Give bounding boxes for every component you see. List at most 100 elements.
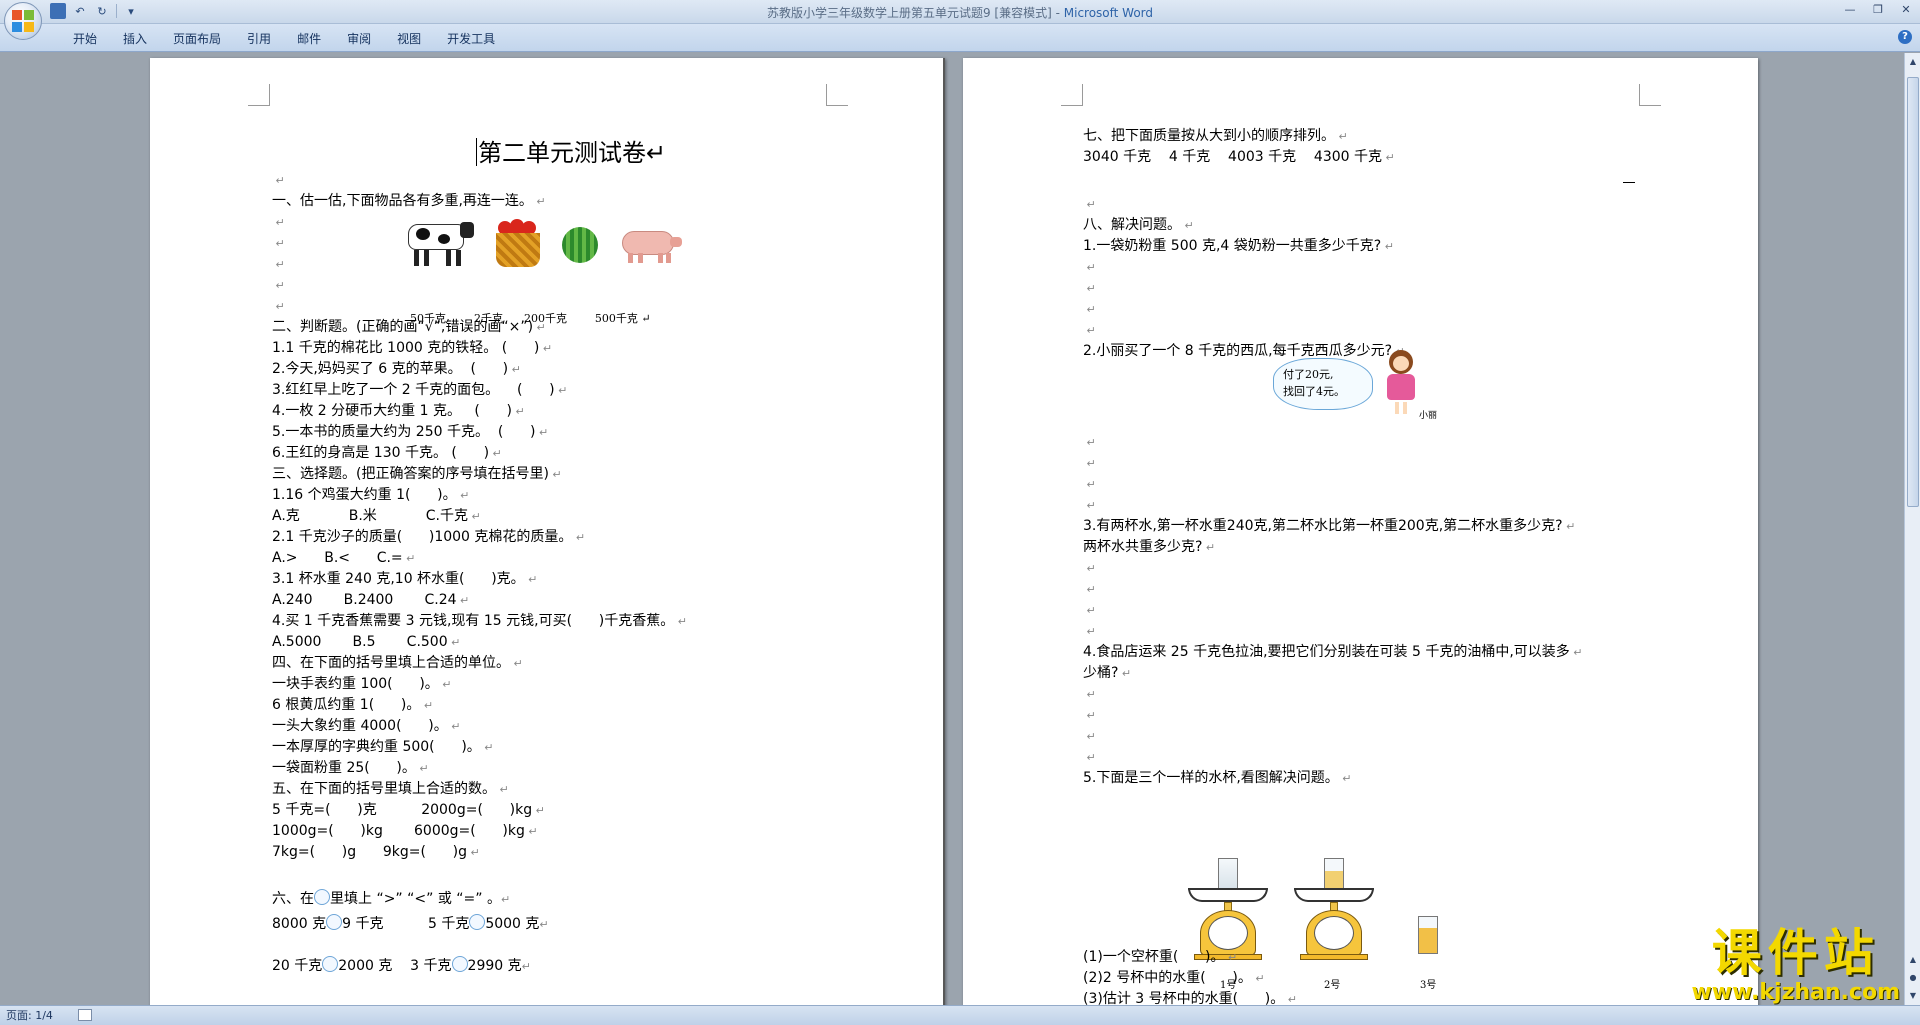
text-line: 1.16 个鸡蛋大约重 1( )。 ↵ bbox=[272, 487, 470, 503]
paragraph-mark-icon: ↵ bbox=[1083, 604, 1096, 617]
text-line: ↵ bbox=[1083, 600, 1583, 621]
paragraph-mark-icon: ↵ bbox=[272, 174, 285, 187]
tab-references[interactable]: 引用 bbox=[234, 30, 284, 48]
text-line: ↵ bbox=[1083, 278, 1405, 299]
tab-page-layout[interactable]: 页面布局 bbox=[160, 30, 234, 48]
text-line: ↵ bbox=[272, 275, 687, 296]
text-line: 5.一本书的质量大约为 250 千克。 ( ) ↵ bbox=[272, 424, 549, 440]
girl-icon bbox=[1383, 350, 1419, 414]
office-button[interactable] bbox=[4, 2, 42, 40]
weight-options: 50千克 2千克 200千克 500千克 ↵ bbox=[410, 312, 651, 325]
paragraph-mark-icon: ↵ bbox=[415, 762, 429, 775]
tab-insert[interactable]: 插入 bbox=[110, 30, 160, 48]
tab-home[interactable]: 开始 bbox=[60, 30, 110, 48]
compare-circle[interactable] bbox=[469, 914, 486, 930]
paragraph-mark-icon: ↵ bbox=[272, 300, 285, 313]
crop-mark bbox=[826, 84, 848, 106]
scale-1-icon bbox=[1188, 858, 1268, 960]
text-line: 一头大象约重 4000( )。 ↵ bbox=[272, 718, 461, 734]
left-page-text: ↵ 一、估一估,下面物品各有多重,再连一连。 ↵ ↵ ↵ ↵ ↵ ↵ 二、判断题。(… bbox=[272, 170, 687, 863]
browse-object-icon[interactable]: ● bbox=[1906, 971, 1920, 985]
paragraph-mark-icon: ↵ bbox=[1083, 562, 1096, 575]
text-line: 一、估一估,下面物品各有多重,再连一连。 ↵ bbox=[272, 193, 546, 209]
paragraph-mark-icon: ↵ bbox=[496, 783, 509, 796]
compare-circle[interactable] bbox=[451, 956, 468, 972]
paragraph-mark-icon: ↵ bbox=[524, 573, 538, 586]
text-line: 2.1 千克沙子的质量( )1000 克棉花的质量。 ↵ bbox=[272, 529, 586, 545]
text-line: 少桶? ↵ bbox=[1083, 665, 1132, 681]
text-line: (1)一个空杯重( )。 ↵ bbox=[1083, 949, 1238, 965]
text-line: ↵ bbox=[1083, 495, 1583, 516]
text-line: ↵ bbox=[1083, 299, 1405, 320]
paragraph-mark-icon: ↵ bbox=[1202, 541, 1216, 554]
crop-mark bbox=[1061, 84, 1083, 106]
compare-circle[interactable] bbox=[326, 914, 343, 930]
text-line: 4.一枚 2 分硬币大约重 1 克。 ( ) ↵ bbox=[272, 403, 525, 419]
page-count[interactable]: 页面: 1/4 bbox=[6, 1006, 53, 1025]
document-workspace[interactable]: 第二单元测试卷↵ ↵ 一、估一估,下面物品各有多重,再连一连。 ↵ ↵ ↵ ↵ ↵… bbox=[0, 53, 1904, 1005]
text-line: 两杯水共重多少克? ↵ bbox=[1083, 539, 1216, 555]
compare-row-2: 20 千克 2000 克 3 千克 2990 克↵ bbox=[272, 956, 531, 974]
tab-developer[interactable]: 开发工具 bbox=[434, 30, 508, 48]
text-cursor-mark bbox=[1623, 182, 1635, 183]
compare-circle[interactable] bbox=[322, 956, 339, 972]
girl-name: 小丽 bbox=[1419, 411, 1438, 421]
paragraph-mark-icon: ↵ bbox=[1083, 583, 1096, 596]
text-line: 1.1 千克的棉花比 1000 克的铁轻。 ( ) ↵ bbox=[272, 340, 553, 356]
scroll-up-icon[interactable]: ▲ bbox=[1906, 55, 1920, 69]
proofing-icon[interactable] bbox=[78, 1009, 92, 1021]
text-line: ↵ bbox=[1083, 320, 1405, 341]
compare-row-1: 8000 克9 千克 5 千克 5000 克↵ bbox=[272, 914, 549, 932]
paragraph-mark-icon: ↵ bbox=[1083, 436, 1096, 449]
close-icon[interactable]: ✕ bbox=[1892, 0, 1920, 20]
paragraph-mark-icon: ↵ bbox=[467, 510, 481, 523]
restore-icon[interactable]: ❐ bbox=[1864, 0, 1892, 20]
paragraph-mark-icon: ↵ bbox=[1083, 730, 1096, 743]
text-line: ↵ bbox=[1083, 194, 1405, 215]
paragraph-mark-icon: ↵ bbox=[1335, 130, 1348, 143]
window-title: 苏教版小学三年级数学上册第五单元试题9 [兼容模式] - Microsoft W… bbox=[0, 4, 1920, 21]
watermark-url: www.kjzhan.com bbox=[1691, 980, 1900, 1005]
paragraph-mark-icon: ↵ bbox=[489, 447, 502, 460]
paragraph-mark-icon: ↵ bbox=[1083, 198, 1096, 211]
text-line: ↵ bbox=[1083, 474, 1583, 495]
text-line: 3040 千克 4 千克 4003 千克 4300 千克 ↵ bbox=[1083, 149, 1395, 165]
text-line: 一袋面粉重 25( )。 ↵ bbox=[272, 760, 429, 776]
text-line: 4.食品店运来 25 千克色拉油,要把它们分别装在可装 5 千克的油桶中,可以装… bbox=[1083, 644, 1583, 660]
cow-icon bbox=[402, 218, 474, 266]
text-line: ↵ bbox=[1083, 621, 1583, 642]
tab-view[interactable]: 视图 bbox=[384, 30, 434, 48]
text-line: ↵ bbox=[1083, 257, 1405, 278]
previous-page-icon[interactable]: ▲ bbox=[1906, 953, 1920, 967]
vertical-scrollbar[interactable]: ▲ ▲ ● ▼ bbox=[1904, 53, 1920, 1005]
text-line: ↵ bbox=[1083, 747, 1583, 768]
scrollbar-thumb[interactable] bbox=[1907, 77, 1919, 507]
scale-2-icon bbox=[1294, 858, 1374, 960]
paragraph-mark-icon: ↵ bbox=[1083, 751, 1096, 764]
paragraph-mark-icon: ↵ bbox=[402, 552, 416, 565]
help-icon[interactable]: ? bbox=[1898, 30, 1912, 44]
document-title: 苏教版小学三年级数学上册第五单元试题9 [兼容模式] - bbox=[766, 6, 1064, 20]
tab-review[interactable]: 审阅 bbox=[334, 30, 384, 48]
text-line: 6.王红的身高是 130 千克。 ( ) ↵ bbox=[272, 445, 502, 461]
paragraph-mark-icon: ↵ bbox=[1083, 499, 1096, 512]
paragraph-mark-icon: ↵ bbox=[1562, 520, 1576, 533]
text-line: 一本厚厚的字典约重 500( )。 ↵ bbox=[272, 739, 494, 755]
text-line: 5.下面是三个一样的水杯,看图解决问题。 ↵ bbox=[1083, 770, 1352, 786]
document-page-2[interactable]: 七、把下面质量按从大到小的顺序排列。 ↵ 3040 千克 4 千克 4003 千克… bbox=[963, 58, 1758, 1005]
site-watermark: 课件站 www.kjzhan.com bbox=[1691, 925, 1900, 1005]
paragraph-mark-icon: ↵ bbox=[1083, 478, 1096, 491]
document-page-1[interactable]: 第二单元测试卷↵ ↵ 一、估一估,下面物品各有多重,再连一连。 ↵ ↵ ↵ ↵ ↵… bbox=[150, 58, 945, 1005]
text-line: ↵ bbox=[1083, 453, 1583, 474]
tab-mailings[interactable]: 邮件 bbox=[284, 30, 334, 48]
minimize-icon[interactable]: — bbox=[1836, 0, 1864, 20]
section-8-part-2: ↵ ↵ ↵ ↵ 3.有两杯水,第一杯水重240克,第二杯水比第一杯重200克,第二… bbox=[1083, 432, 1583, 789]
title-bar: ↶ ↻ ▾ 苏教版小学三年级数学上册第五单元试题9 [兼容模式] - Micro… bbox=[0, 0, 1920, 24]
paragraph-mark-icon: ↵ bbox=[272, 258, 285, 271]
text-line: ↵ bbox=[1083, 579, 1583, 600]
speech-text: 付了20元, 找回了4元。 bbox=[1283, 368, 1345, 398]
next-page-icon[interactable]: ▼ bbox=[1906, 989, 1920, 1003]
paragraph-mark-icon: ↵ bbox=[539, 342, 553, 355]
text-line: 2.今天,妈妈买了 6 克的苹果。 ( ) ↵ bbox=[272, 361, 521, 377]
window-controls: — ❐ ✕ bbox=[1836, 0, 1920, 20]
